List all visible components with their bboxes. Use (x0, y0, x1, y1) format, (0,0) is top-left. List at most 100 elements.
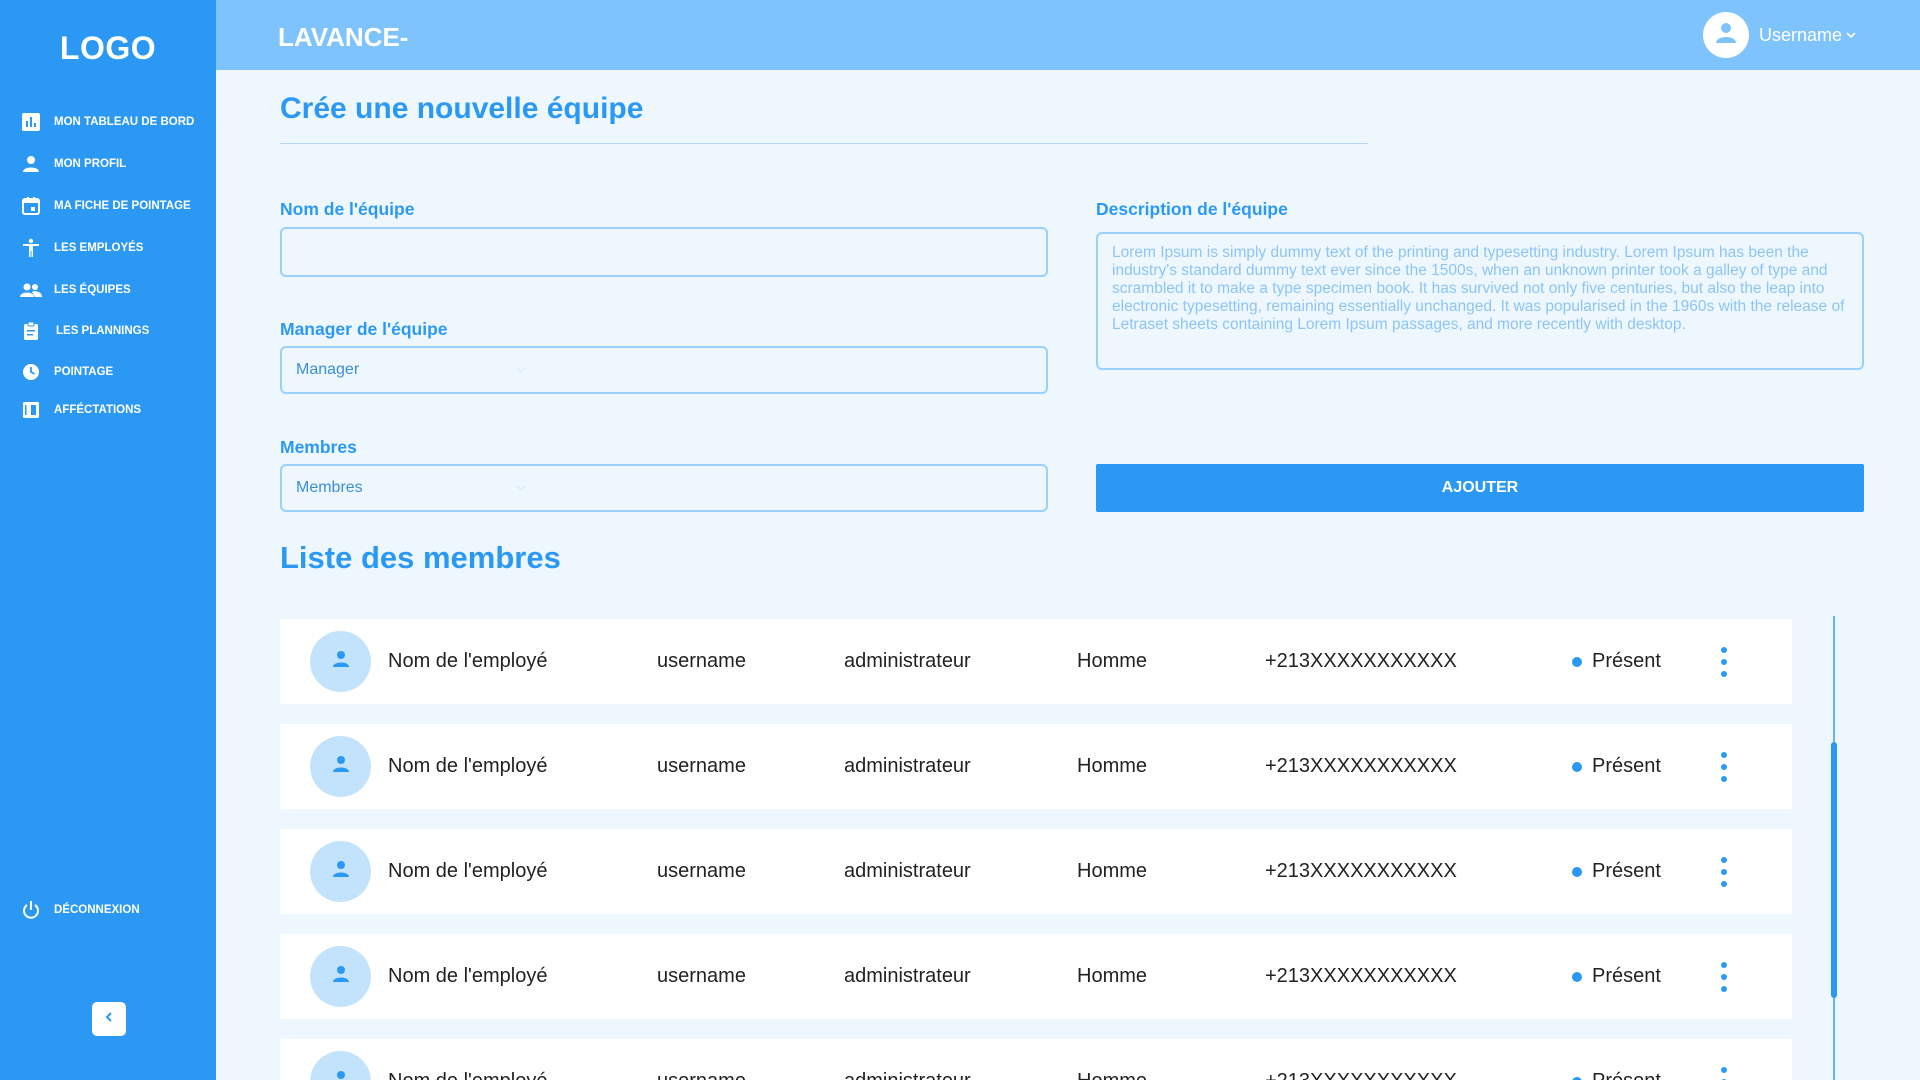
status-label: Présent (1592, 755, 1661, 777)
status-dot (1572, 971, 1582, 982)
main-content: Crée une nouvelle équipe Nom de l'équipe… (216, 70, 1920, 1080)
more-options-icon[interactable] (1714, 854, 1734, 890)
scrollbar-thumb[interactable] (1831, 742, 1837, 998)
collapse-sidebar-button[interactable] (92, 1002, 126, 1036)
clock-icon (20, 361, 42, 383)
employee-username: username (657, 860, 746, 882)
more-options-icon[interactable] (1714, 1064, 1734, 1080)
power-icon (20, 899, 42, 921)
status-label: Présent (1592, 650, 1661, 672)
employee-username: username (657, 755, 746, 777)
calendar-icon (20, 195, 42, 217)
status-badge: Présent (1572, 724, 1661, 809)
group-icon (20, 279, 42, 301)
status-badge: Présent (1572, 619, 1661, 704)
sidebar-item-plannings[interactable]: LES PLANNINGS (20, 317, 149, 345)
sidebar-item-profile[interactable]: MON PROFIL (20, 150, 126, 178)
employee-role: administrateur (844, 1039, 971, 1080)
clipboard-icon (20, 320, 42, 342)
employee-username: username (657, 650, 746, 672)
avatar (310, 841, 371, 902)
status-label: Présent (1592, 965, 1661, 987)
employee-name: Nom de l'employé (388, 860, 548, 882)
person-icon (20, 153, 42, 175)
sidebar-item-label: LES PLANNINGS (56, 325, 150, 337)
user-menu[interactable]: Username (1702, 12, 1858, 58)
sidebar-item-assignments[interactable]: AFFÉCTATIONS (20, 396, 141, 424)
table-row[interactable]: Nom de l'employé username administrateur… (280, 1039, 1792, 1080)
sidebar-item-label: LES EMPLOYÉS (54, 242, 144, 254)
sidebar-item-dashboard[interactable]: MON TABLEAU DE BORD (20, 108, 194, 136)
employee-gender: Homme (1077, 1039, 1147, 1080)
sidebar-item-label: AFFÉCTATIONS (54, 404, 142, 416)
sidebar-item-label: LES ÉQUIPES (54, 284, 131, 296)
user-icon (1713, 20, 1739, 51)
logout-button[interactable]: DÉCONNEXION (20, 896, 140, 924)
status-label: Présent (1592, 860, 1661, 882)
manager-select[interactable]: Manager (280, 346, 1048, 394)
avatar (310, 1051, 371, 1080)
members-select[interactable]: Membres (280, 464, 1048, 512)
employee-name: Nom de l'employé (388, 1039, 547, 1080)
employee-name: Nom de l'employé (388, 755, 548, 777)
user-icon (330, 858, 352, 885)
employee-phone: +213XXXXXXXXXXX (1265, 650, 1457, 672)
chevron-down-icon (514, 362, 528, 373)
top-bar: LAVANCE- Username (216, 0, 1920, 70)
avatar (1702, 12, 1749, 58)
status-badge: Présent (1572, 1039, 1661, 1080)
user-icon (330, 963, 352, 990)
avatar (310, 631, 371, 692)
add-button[interactable]: AJOUTER (1096, 464, 1864, 512)
status-dot (1572, 866, 1582, 877)
manager-select-value: Manager (296, 361, 360, 378)
user-icon (330, 753, 352, 780)
more-options-icon[interactable] (1714, 959, 1734, 995)
page-title: Crée une nouvelle équipe (280, 92, 644, 125)
sidebar: LOGO MON TABLEAU DE BORD MON PROFIL MA F… (0, 0, 216, 1080)
employee-phone: +213XXXXXXXXXXX (1265, 1039, 1457, 1080)
sidebar-item-label: MON TABLEAU DE BORD (54, 116, 195, 128)
sidebar-item-employees[interactable]: LES EMPLOYÉS (20, 234, 143, 262)
employee-gender: Homme (1077, 755, 1148, 777)
team-name-label: Nom de l'équipe (280, 199, 415, 219)
sidebar-item-timesheet[interactable]: MA FICHE DE POINTAGE (20, 192, 191, 220)
members-list: Nom de l'employé username administrateur… (280, 619, 1792, 1080)
table-row[interactable]: Nom de l'employé username administrateur… (280, 934, 1792, 1019)
members-list-title: Liste des membres (280, 540, 561, 575)
book-icon (20, 399, 42, 421)
sidebar-item-label: POINTAGE (54, 366, 114, 378)
user-icon (330, 648, 352, 675)
employee-role: administrateur (844, 650, 971, 672)
employee-role: administrateur (844, 755, 971, 777)
sidebar-item-teams[interactable]: LES ÉQUIPES (20, 276, 131, 304)
username-label: Username (1758, 24, 1842, 45)
members-label: Membres (280, 437, 357, 457)
status-label: Présent (1592, 1070, 1661, 1080)
more-options-icon[interactable] (1714, 749, 1734, 785)
employee-phone: +213XXXXXXXXXXX (1265, 965, 1457, 987)
more-options-icon[interactable] (1714, 644, 1734, 680)
employee-role: administrateur (844, 860, 971, 882)
employee-gender: Homme (1077, 860, 1148, 882)
status-badge: Présent (1572, 934, 1661, 1019)
description-textarea[interactable]: Lorem Ipsum is simply dummy text of the … (1096, 232, 1864, 370)
team-name-input[interactable] (280, 227, 1048, 277)
table-row[interactable]: Nom de l'employé username administrateur… (280, 724, 1792, 809)
status-dot (1572, 761, 1582, 772)
title-divider (280, 143, 1368, 144)
employee-username: username (657, 1039, 746, 1080)
sidebar-item-label: MA FICHE DE POINTAGE (54, 200, 191, 212)
table-row[interactable]: Nom de l'employé username administrateur… (280, 829, 1792, 914)
sidebar-item-pointage[interactable]: POINTAGE (20, 358, 113, 386)
employee-phone: +213XXXXXXXXXXX (1265, 755, 1457, 777)
status-badge: Présent (1572, 829, 1661, 914)
employee-phone: +213XXXXXXXXXXX (1265, 860, 1457, 882)
brand-title: LAVANCE- (278, 22, 409, 52)
user-icon (330, 1068, 352, 1080)
employee-username: username (657, 965, 746, 987)
accessibility-icon (20, 237, 42, 259)
chevron-down-icon (1846, 29, 1858, 41)
manager-label: Manager de l'équipe (280, 319, 448, 339)
table-row[interactable]: Nom de l'employé username administrateur… (280, 619, 1792, 704)
